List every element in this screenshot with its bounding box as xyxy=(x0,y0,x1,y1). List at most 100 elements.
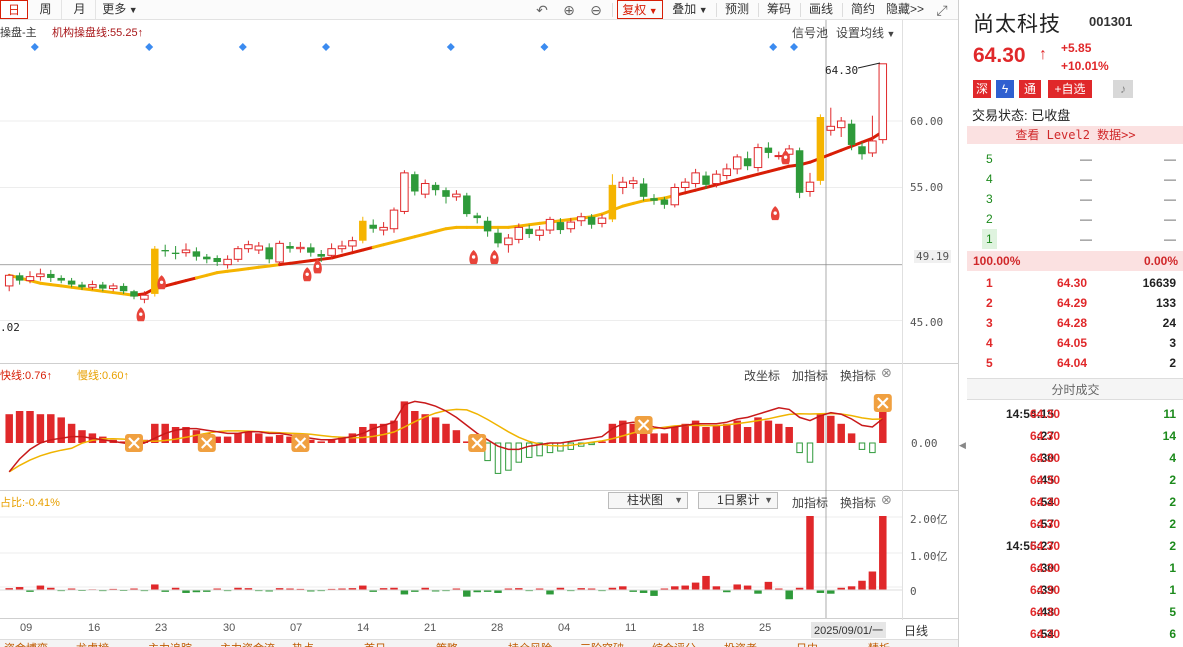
institution-line-segment xyxy=(777,164,791,171)
quote-panel: ◀ 尚太科技 001301 64.30 ↑ +5.85 +10.01% 深 ϟ … xyxy=(958,0,1183,647)
bottom-tab[interactable]: 三阶突破 xyxy=(580,640,624,647)
more-periods-button[interactable]: 更多 ▼ xyxy=(100,0,140,19)
bottom-tab[interactable]: 资金博弈 xyxy=(4,640,48,647)
period-day-button[interactable]: 日 xyxy=(0,0,28,19)
volume-bar xyxy=(806,516,814,590)
change-coord-button[interactable]: 改坐标 xyxy=(744,367,780,384)
bottom-tab[interactable]: 投资者 xyxy=(724,640,757,647)
volume-change-indicator-button[interactable]: 换指标 xyxy=(840,494,876,511)
ask-level: 5 xyxy=(986,152,993,166)
fullscreen-icon[interactable]: ⤢ xyxy=(933,1,951,19)
candle-body xyxy=(442,190,450,197)
main-indicator-name[interactable]: 操盘-主 xyxy=(0,24,37,40)
undo-icon[interactable]: ↶ xyxy=(533,1,551,19)
signal-pool-button[interactable]: 信号池 xyxy=(792,24,828,41)
bottom-tab[interactable]: 策略 xyxy=(436,640,458,647)
bottom-tab[interactable]: 持仓风险 xyxy=(508,640,552,647)
volume-bar xyxy=(359,585,367,590)
candle-body xyxy=(223,258,232,266)
tick-row: :27 64.30 14 xyxy=(967,425,1183,447)
macd-change-indicator-button[interactable]: 换指标 xyxy=(840,367,876,384)
volume-mode-select[interactable]: 柱状图 ▼ xyxy=(608,492,688,509)
close-icon[interactable]: ⊗ xyxy=(881,492,892,508)
price-tick-45: 45.00 xyxy=(910,316,944,329)
x-tick: 16 xyxy=(88,622,101,634)
bell-icon[interactable]: ♪ xyxy=(1113,80,1133,98)
x-tick: 09 xyxy=(20,622,33,634)
candle-body xyxy=(307,247,315,253)
bottom-tab[interactable]: 主力追踪 xyxy=(148,640,192,647)
close-icon[interactable]: ⊗ xyxy=(881,365,892,381)
volume-bar xyxy=(36,585,45,590)
institution-line-segment xyxy=(683,188,698,195)
chart-toolbar: 日 周 月 更多 ▼ ↶ ⊕ ⊖ 复权 ▼ 叠加 ▼ 预测 筹码 画线 简约 隐… xyxy=(0,0,958,20)
candle-body xyxy=(275,242,284,263)
chart-canvas[interactable] xyxy=(0,20,958,640)
lightning-icon[interactable]: ϟ xyxy=(996,80,1014,98)
ticks-header[interactable]: 分时成交 xyxy=(967,378,1183,400)
candle-body xyxy=(816,117,825,181)
volume-add-indicator-button[interactable]: 加指标 xyxy=(792,494,828,511)
simple-mode-button[interactable]: 简约 xyxy=(846,0,880,19)
hide-panel-button[interactable]: 隐藏>> xyxy=(884,0,926,19)
bottom-tab[interactable]: 综合评分 xyxy=(652,640,696,647)
bid-volume: 2 xyxy=(1169,356,1176,370)
add-watchlist-button[interactable]: +自选 xyxy=(1048,80,1092,98)
level2-link[interactable]: 查看 Level2 数据>> xyxy=(967,126,1183,144)
bid-level: 2 xyxy=(986,296,993,310)
zoom-out-icon[interactable]: ⊖ xyxy=(587,1,605,19)
bottom-tab[interactable]: 龙虎榜 xyxy=(76,640,109,647)
volume-tick-1yi: 1.00亿 xyxy=(910,550,948,563)
tick-price: 64.30 xyxy=(1030,495,1061,509)
connect-badge[interactable]: 通 xyxy=(1019,80,1041,98)
macd-bar xyxy=(796,442,803,454)
period-month-button[interactable]: 月 xyxy=(64,0,96,19)
candle-body xyxy=(161,250,169,252)
kline-chart-panel[interactable]: 日 周 月 更多 ▼ ↶ ⊕ ⊖ 复权 ▼ 叠加 ▼ 预测 筹码 画线 简约 隐… xyxy=(0,0,958,647)
arrow-up-icon: ↑ xyxy=(123,370,129,382)
zoom-in-icon[interactable]: ⊕ xyxy=(560,1,578,19)
institution-line-segment xyxy=(319,256,334,261)
set-ma-button[interactable]: 设置均线 ▼ xyxy=(836,24,895,41)
candle-body xyxy=(379,226,388,231)
volume-tick-2yi: 2.00亿 xyxy=(910,513,948,526)
bottom-tab[interactable]: 首日 xyxy=(364,640,386,647)
volume-bar xyxy=(879,516,887,590)
volume-period-select[interactable]: 1日累计 ▼ xyxy=(698,492,778,509)
candle-body xyxy=(151,248,159,294)
macd-bar xyxy=(567,442,575,450)
draw-line-button[interactable]: 画线 xyxy=(804,0,838,19)
bid-volume: 133 xyxy=(1155,296,1176,310)
bottom-tab[interactable]: 精析 xyxy=(868,640,890,647)
volume-bar xyxy=(463,590,471,597)
macd-bar xyxy=(671,427,679,443)
ask-volume: — xyxy=(1164,172,1176,186)
bottom-tab[interactable]: 热点 xyxy=(292,640,314,647)
collapse-handle-icon[interactable]: ◀ xyxy=(959,440,967,460)
set-ma-label: 设置均线 xyxy=(836,26,885,40)
period-week-button[interactable]: 周 xyxy=(30,0,62,19)
x-tick: 11 xyxy=(625,622,637,634)
rocket-window xyxy=(159,280,164,284)
market-badge[interactable]: 深 xyxy=(973,80,991,98)
tick-price: 64.30 xyxy=(1030,561,1061,575)
overlay-button[interactable]: 叠加 ▼ xyxy=(668,0,712,19)
macd-bar xyxy=(743,427,752,443)
macd-bar xyxy=(723,423,731,443)
bottom-tab[interactable]: 日内 xyxy=(796,640,818,647)
macd-bar xyxy=(26,411,34,443)
x-tick: 28 xyxy=(491,622,504,634)
bid-row: 2 64.29 133 xyxy=(967,293,1183,313)
fuquan-button[interactable]: 复权 ▼ xyxy=(617,0,663,19)
volume-bar xyxy=(764,581,773,590)
institution-line-segment xyxy=(80,287,94,292)
tick-volume: 4 xyxy=(1169,451,1176,465)
predict-button[interactable]: 预测 xyxy=(720,0,754,19)
bottom-tab[interactable]: 主力资金流 xyxy=(220,640,275,647)
macd-add-indicator-button[interactable]: 加指标 xyxy=(792,367,828,384)
candle-body xyxy=(369,224,377,229)
chips-button[interactable]: 筹码 xyxy=(762,0,796,19)
stock-name: 尚太科技 xyxy=(973,13,1061,36)
institution-line-segment xyxy=(215,269,230,275)
candle-body xyxy=(795,150,804,193)
